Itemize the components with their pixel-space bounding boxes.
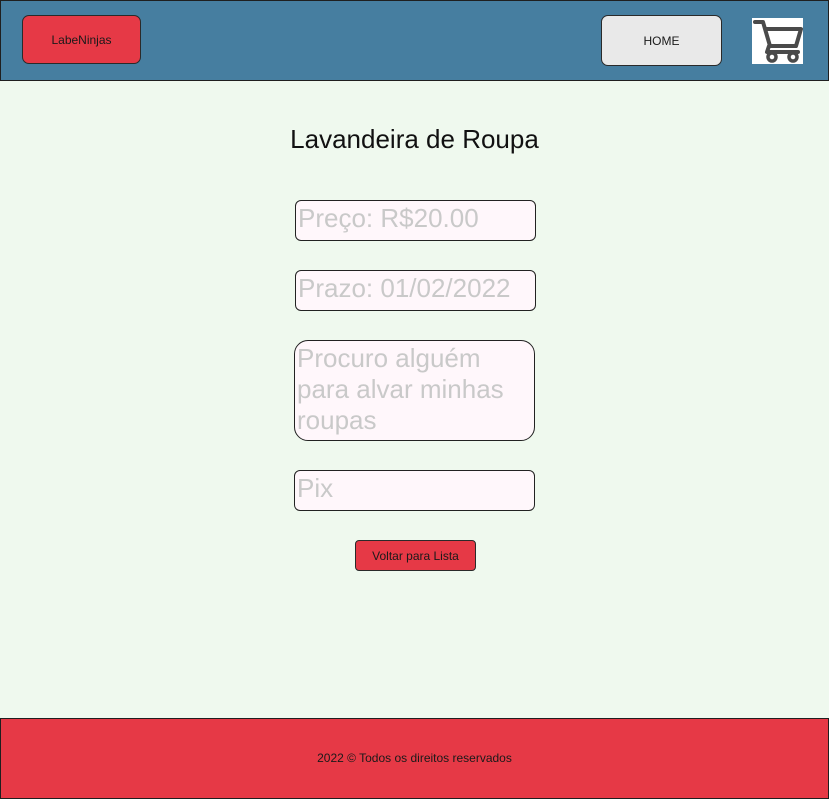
header: LabeNinjas HOME: [0, 0, 829, 81]
shopping-cart-icon: [752, 18, 803, 64]
footer: 2022 © Todos os direitos reservados: [0, 718, 829, 799]
page: LabeNinjas HOME Lavandeira de Roupa Preç…: [0, 0, 829, 799]
page-title: Lavandeira de Roupa: [290, 124, 539, 154]
footer-copyright: 2022 © Todos os direitos reservados: [317, 751, 512, 765]
back-to-list-button[interactable]: Voltar para Lista: [355, 540, 476, 571]
cart-button[interactable]: [752, 18, 803, 64]
price-field[interactable]: Preço: R$20.00: [295, 200, 536, 241]
deadline-field[interactable]: Prazo: 01/02/2022: [295, 270, 536, 311]
payment-method-field[interactable]: Pix: [294, 470, 535, 511]
logo-button[interactable]: LabeNinjas: [22, 15, 141, 64]
description-field[interactable]: Procuro alguém para alvar minhas roupas: [294, 340, 535, 441]
home-button[interactable]: HOME: [601, 15, 722, 66]
